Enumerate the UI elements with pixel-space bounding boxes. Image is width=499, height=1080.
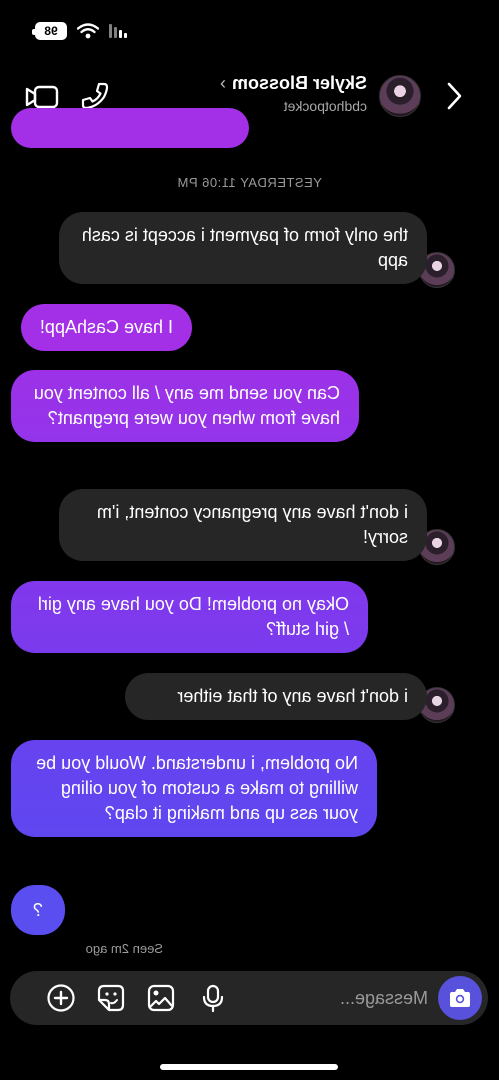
message-incoming[interactable]: the only form of payment i accept is cas… (59, 212, 427, 284)
microphone-icon[interactable] (198, 983, 228, 1013)
status-icons: 98 (35, 22, 127, 40)
message-outgoing[interactable]: No problem, i understand. Would you be w… (11, 740, 377, 837)
signal-icon (109, 24, 127, 38)
contact-name: Skyler Blossom (231, 73, 367, 93)
wifi-icon (77, 23, 99, 39)
home-indicator[interactable] (160, 1064, 338, 1070)
contact-avatar[interactable] (379, 75, 421, 117)
message-incoming[interactable]: i don't have any of that either (125, 673, 427, 720)
chevron-right-icon: › (219, 73, 226, 93)
message-incoming[interactable]: i don't have any pregnancy content, i'm … (59, 489, 427, 561)
camera-button[interactable] (438, 976, 482, 1020)
status-bar: 98 (0, 0, 499, 64)
message-outgoing[interactable]: I have CashApp! (20, 304, 192, 351)
contact-name-row: Skyler Blossom› (157, 73, 367, 94)
gallery-icon[interactable] (146, 983, 176, 1013)
message-input[interactable] (308, 983, 428, 1013)
message-outgoing[interactable]: ? (11, 885, 65, 935)
message-outgoing[interactable]: Can you send me any / all content you ha… (11, 370, 359, 442)
message-outgoing[interactable]: Okay no problem! Do you have any girl / … (11, 581, 368, 653)
date-separator: YESTERDAY 11:06 PM (177, 175, 322, 190)
message-bubble-partial (11, 108, 249, 148)
message-composer (10, 971, 488, 1025)
camera-icon (450, 989, 470, 1007)
plus-icon[interactable] (46, 983, 76, 1013)
message-list[interactable]: YESTERDAY 11:06 PM the only form of paym… (0, 108, 499, 970)
seen-receipt: Seen 2m ago (85, 941, 163, 956)
back-icon[interactable] (441, 78, 469, 114)
dm-screen: 98 Skyler Blossom› cbdhotpocket YESTERDA… (0, 0, 499, 1080)
battery-indicator: 98 (35, 22, 67, 40)
sticker-icon[interactable] (96, 983, 126, 1013)
